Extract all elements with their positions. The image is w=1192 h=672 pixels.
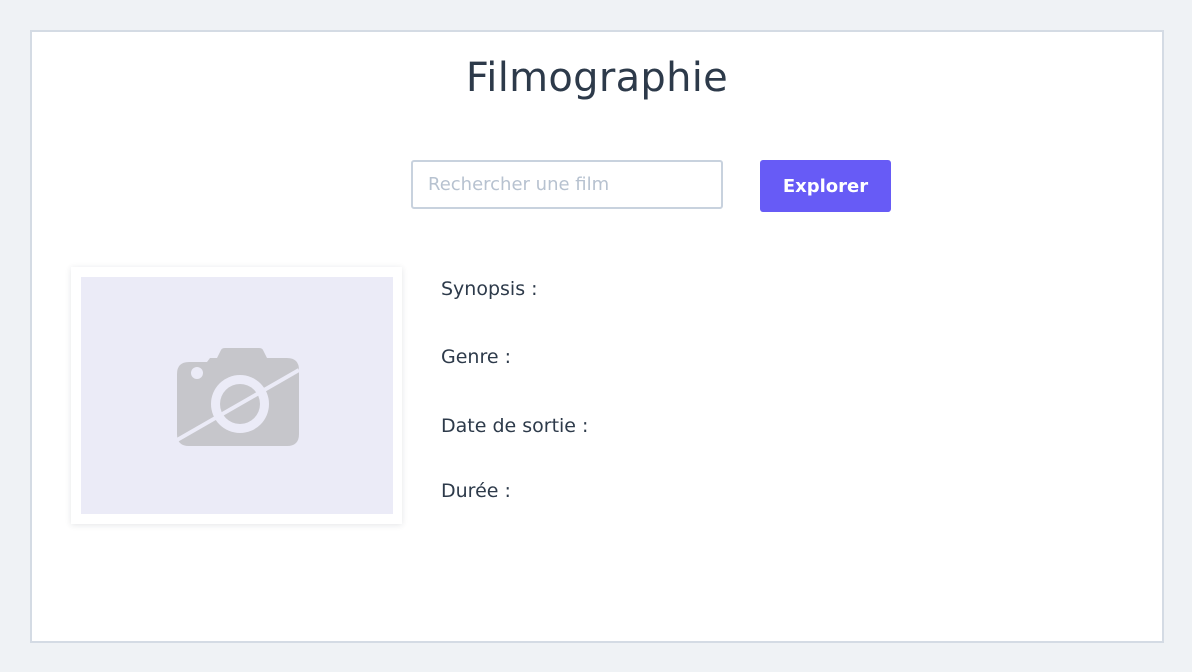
synopsis-label: Synopsis : bbox=[441, 278, 538, 300]
poster-card bbox=[71, 267, 402, 524]
genre-label: Genre : bbox=[441, 346, 511, 368]
duration-label: Durée : bbox=[441, 480, 511, 502]
search-input[interactable] bbox=[411, 160, 723, 209]
main-card: Filmographie Explorer Synops bbox=[30, 30, 1164, 643]
explore-button[interactable]: Explorer bbox=[760, 160, 891, 212]
release-date-label: Date de sortie : bbox=[441, 415, 589, 437]
page-title: Filmographie bbox=[465, 55, 729, 101]
camera-off-icon bbox=[177, 348, 299, 446]
poster-placeholder bbox=[81, 277, 393, 514]
